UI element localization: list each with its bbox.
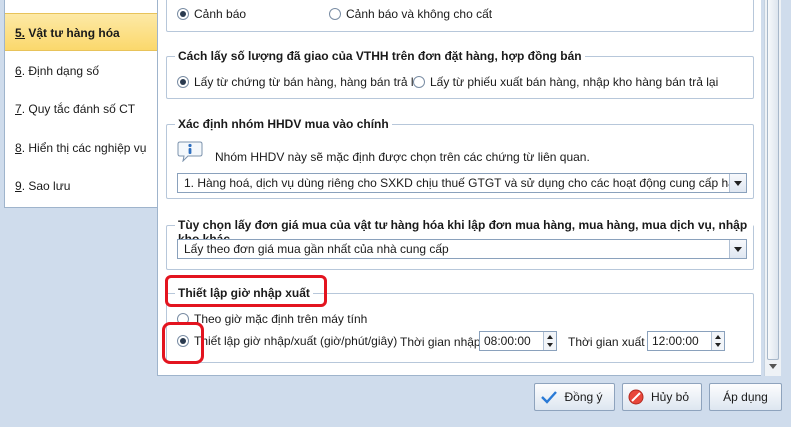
radio-theo-gio-mac-dinh[interactable]: Theo giờ mặc định trên máy tính	[177, 312, 367, 326]
warning-group: Cảnh báo Cảnh báo và không cho cất	[166, 0, 754, 32]
spin-up-icon[interactable]	[715, 335, 721, 339]
radio-thiet-lap-gio[interactable]: Thiết lập giờ nhập/xuất (giờ/phút/giây)	[177, 334, 397, 348]
nav-item-label: . Định dạng số	[21, 64, 100, 78]
nav-item-hien-thi-nghiep-vu[interactable]: 8. Hiển thị các nghiệp vụ	[5, 129, 157, 167]
in-time-value: 08:00:00	[484, 334, 531, 348]
radio-label: Cảnh báo	[194, 7, 247, 21]
nav-item-label: Vật tư hàng hóa	[25, 26, 120, 40]
hhdv-group: Xác định nhóm HHDV mua vào chính Nhóm HH…	[166, 117, 754, 199]
group-title: Cách lấy số lượng đã giao của VTHH trên …	[175, 49, 585, 63]
radio-label: Lấy từ chứng từ bán hàng, hàng bán trả l…	[194, 75, 423, 89]
radio-canh-bao[interactable]: Cảnh báo	[177, 7, 246, 21]
nav-item-number: 5.	[15, 26, 26, 40]
out-time-value: 12:00:00	[652, 334, 699, 348]
hhdv-select[interactable]: 1. Hàng hoá, dịch vụ dùng riêng cho SXKD…	[177, 173, 747, 193]
nav-item-number: 8	[15, 141, 22, 155]
radio-label: Cảnh báo và không cho cất	[346, 7, 493, 21]
settings-nav: 5. Vật tư hàng hóa 6. Định dạng số 7. Qu…	[0, 0, 158, 376]
radio-circle	[177, 76, 189, 88]
radio-circle	[413, 76, 425, 88]
nav-item-dinh-dang-so[interactable]: 6. Định dạng số	[5, 52, 157, 90]
spinner-buttons[interactable]	[711, 332, 724, 350]
radio-lay-tu-phieu-xuat[interactable]: Lấy từ phiếu xuất bán hàng, nhập kho hàn…	[413, 75, 718, 89]
radio-label: Theo giờ mặc định trên máy tính	[194, 312, 368, 326]
qty-group: Cách lấy số lượng đã giao của VTHH trên …	[166, 49, 754, 99]
highlight-title-outline	[165, 275, 327, 307]
radio-label: Thiết lập giờ nhập/xuất (giờ/phút/giây)	[194, 334, 398, 348]
radio-lay-tu-chung-tu[interactable]: Lấy từ chứng từ bán hàng, hàng bán trả l…	[177, 75, 423, 89]
apply-button[interactable]: Áp dụng	[709, 383, 782, 411]
scrollbar-thumb[interactable]	[767, 0, 779, 360]
out-time-input[interactable]: 12:00:00	[647, 331, 725, 351]
info-text: Nhóm HHDV này sẽ mặc định được chọn trên…	[215, 150, 590, 164]
nav-item-sao-luu[interactable]: 9. Sao lưu	[5, 167, 157, 205]
spin-down-icon[interactable]	[715, 343, 721, 347]
price-group: Tùy chọn lấy đơn giá mua của vật tư hàng…	[166, 218, 754, 270]
radio-circle	[177, 8, 189, 20]
radio-label: Lấy từ phiếu xuất bán hàng, nhập kho hàn…	[430, 75, 719, 89]
chevron-down-icon[interactable]	[729, 174, 746, 192]
chevron-down-icon[interactable]	[729, 240, 746, 258]
scroll-down-arrow-icon[interactable]	[769, 364, 777, 369]
group-title: Xác định nhóm HHDV mua vào chính	[175, 117, 392, 131]
nav-item-number: 6	[15, 64, 22, 78]
out-time-label: Thời gian xuất	[568, 335, 645, 349]
spin-down-icon[interactable]	[547, 343, 553, 347]
nav-item-label: . Hiển thị các nghiệp vụ	[21, 141, 147, 155]
settings-content: Cảnh báo Cảnh báo và không cho cất Cách …	[157, 0, 761, 376]
cancel-button[interactable]: Hủy bỏ	[622, 383, 702, 411]
spin-up-icon[interactable]	[547, 335, 553, 339]
spinner-buttons[interactable]	[543, 332, 556, 350]
apply-button-label: Áp dụng	[723, 390, 768, 404]
highlight-radio-outline	[162, 322, 204, 364]
info-icon	[177, 140, 203, 163]
hhdv-select-value: 1. Hàng hoá, dịch vụ dùng riêng cho SXKD…	[184, 176, 747, 190]
price-select-value: Lấy theo đơn giá mua gần nhất của nhà cu…	[184, 242, 449, 256]
nav-item-number: 7	[15, 102, 22, 116]
nav-item-vat-tu-hang-hoa[interactable]: 5. Vật tư hàng hóa	[5, 13, 157, 51]
nav-item-label: . Quy tắc đánh số CT	[21, 102, 136, 116]
nav-item-number: 9	[15, 179, 22, 193]
radio-circle	[329, 8, 341, 20]
nav-item-quy-tac-danh-so[interactable]: 7. Quy tắc đánh số CT	[5, 90, 157, 128]
nav-item-label: . Sao lưu	[21, 179, 71, 193]
ok-button-label: Đồng ý	[564, 390, 603, 404]
cancel-button-label: Hủy bỏ	[650, 390, 690, 404]
radio-canh-bao-khong-cat[interactable]: Cảnh báo và không cho cất	[329, 7, 492, 21]
in-time-label: Thời gian nhập	[400, 335, 481, 349]
vertical-scrollbar[interactable]	[764, 0, 781, 376]
ok-button[interactable]: Đồng ý	[534, 383, 615, 411]
in-time-input[interactable]: 08:00:00	[479, 331, 557, 351]
price-select[interactable]: Lấy theo đơn giá mua gần nhất của nhà cu…	[177, 239, 747, 259]
